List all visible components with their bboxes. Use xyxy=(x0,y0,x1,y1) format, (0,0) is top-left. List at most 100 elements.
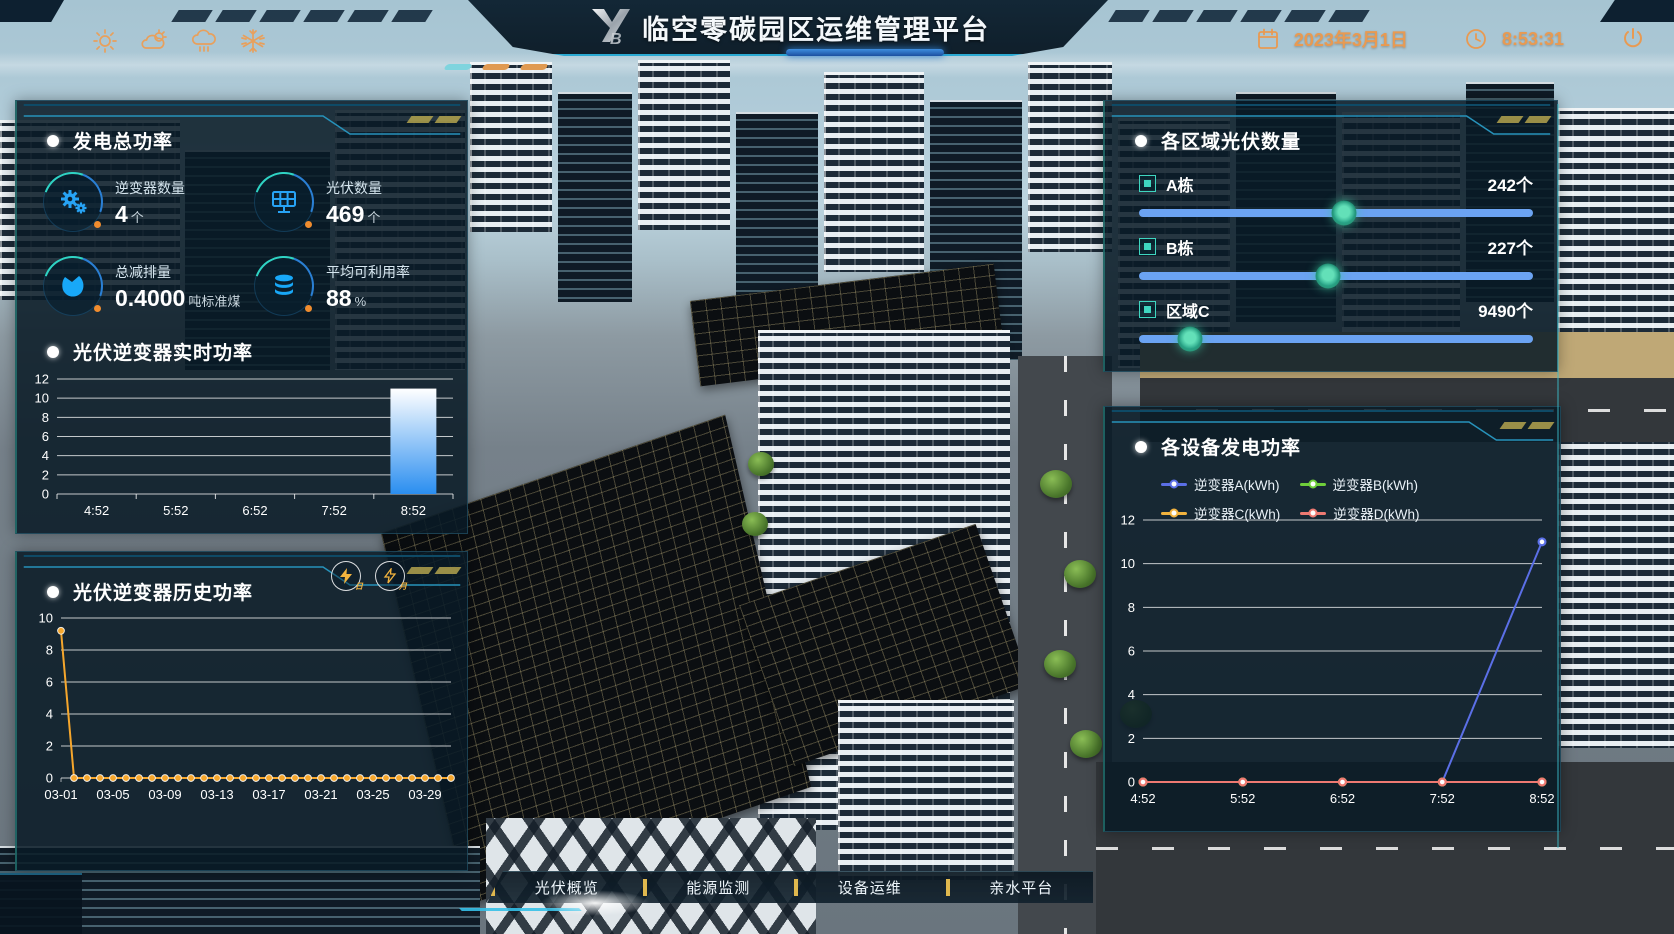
legend-item[interactable]: 逆变器B(kWh) xyxy=(1300,474,1419,494)
svg-text:4: 4 xyxy=(46,707,53,722)
svg-text:0: 0 xyxy=(46,771,53,786)
svg-text:4:52: 4:52 xyxy=(84,503,109,518)
svg-text:03-13: 03-13 xyxy=(200,787,233,802)
svg-text:4:52: 4:52 xyxy=(1130,791,1155,806)
region-slider-row: 区域C 9490个 xyxy=(1139,297,1533,343)
stats-grid: 逆变器数量 4个 光伏数量 469个 xyxy=(17,154,467,316)
panel-deco-dashes xyxy=(409,116,459,123)
svg-text:10: 10 xyxy=(39,611,53,626)
legend-marker-icon xyxy=(1161,483,1187,486)
stat-inverter-count: 逆变器数量 4个 xyxy=(43,172,248,232)
svg-text:8:52: 8:52 xyxy=(1529,791,1554,806)
svg-text:0: 0 xyxy=(1128,775,1135,790)
stat-value: 469 xyxy=(326,201,364,227)
realtime-power-chart: 0246810124:525:526:527:528:52 xyxy=(17,363,467,523)
svg-text:2: 2 xyxy=(1128,731,1135,746)
stat-unit: 吨标准煤 xyxy=(188,294,240,309)
svg-text:6: 6 xyxy=(42,429,49,444)
page-title: 临空零碳园区运维管理平台 xyxy=(642,8,990,47)
power-icon[interactable] xyxy=(1620,26,1646,52)
svg-text:B: B xyxy=(610,31,622,46)
nav-item-4[interactable]: 亲水平台 xyxy=(942,872,1094,903)
corner-frame xyxy=(0,873,82,934)
panel-generation-total: 发电总功率 逆变器数量 4个 xyxy=(15,100,468,534)
region-marker-icon xyxy=(1139,175,1156,192)
calendar-icon xyxy=(1256,27,1280,51)
snow-icon[interactable] xyxy=(240,28,266,54)
svg-text:03-05: 03-05 xyxy=(96,787,129,802)
svg-text:8: 8 xyxy=(1128,600,1135,615)
panel-device-power: 各设备发电功率 逆变器A(kWh) 逆变器B(kWh) 逆变器C(kWh) 逆变… xyxy=(1103,406,1561,832)
panel-title: 各设备发电功率 xyxy=(1161,433,1301,460)
nav-item-3[interactable]: 设备运维 xyxy=(790,872,942,903)
region-value: 227个 xyxy=(1488,234,1533,259)
database-icon xyxy=(254,256,314,316)
panel-history-power: 日 月 光伏逆变器历史功率 024681003-0103-0503-0903-1… xyxy=(15,551,468,871)
svg-text:10: 10 xyxy=(1121,556,1135,571)
weather-toolbar xyxy=(92,28,266,54)
stat-unit: 个 xyxy=(131,210,144,225)
stat-value: 4 xyxy=(115,201,128,227)
stat-emission-reduction: 总减排量 0.4000吨标准煤 xyxy=(43,256,248,316)
region-slider-track[interactable] xyxy=(1139,335,1533,343)
leaf-icon xyxy=(43,256,103,316)
bullet-dot xyxy=(47,135,59,147)
right-frame-line xyxy=(1557,104,1559,848)
history-power-chart: 024681003-0103-0503-0903-1303-1703-2103-… xyxy=(17,610,467,810)
svg-text:6: 6 xyxy=(1128,644,1135,659)
panel-title: 各区域光伏数量 xyxy=(1161,127,1301,154)
region-slider-track[interactable] xyxy=(1139,272,1533,280)
device-chart-legend: 逆变器A(kWh) 逆变器B(kWh) 逆变器C(kWh) 逆变器D(kWh) xyxy=(1105,460,1560,523)
header-date: 2023年3月1日 xyxy=(1294,26,1408,52)
datetime-bar: 2023年3月1日 8:53:31 xyxy=(1256,26,1646,52)
nav-deco-swoosh xyxy=(448,896,582,911)
rain-icon[interactable] xyxy=(190,28,218,54)
nav-item-label: 光伏概览 xyxy=(495,877,639,898)
panel-title: 发电总功率 xyxy=(73,127,173,154)
bullet-dot xyxy=(1135,441,1147,453)
svg-text:12: 12 xyxy=(35,372,49,387)
stat-value: 0.4000 xyxy=(115,285,185,311)
region-sliders: A栋 242个 B栋 227个 区域C 9490个 xyxy=(1105,171,1557,343)
header-time: 8:53:31 xyxy=(1502,29,1564,50)
slider-thumb[interactable] xyxy=(1178,327,1203,352)
svg-text:03-29: 03-29 xyxy=(408,787,441,802)
bolt-outline-icon[interactable]: 月 xyxy=(375,561,405,591)
gear-icon xyxy=(43,172,103,232)
svg-text:0: 0 xyxy=(42,487,49,502)
svg-text:03-01: 03-01 xyxy=(44,787,77,802)
svg-text:2: 2 xyxy=(42,467,49,482)
slider-thumb[interactable] xyxy=(1331,201,1356,226)
legend-item[interactable]: 逆变器A(kWh) xyxy=(1161,474,1280,494)
stat-pv-count: 光伏数量 469个 xyxy=(254,172,459,232)
stat-label: 平均可利用率 xyxy=(326,262,410,282)
region-slider-row: A栋 242个 xyxy=(1139,171,1533,217)
panel-deco-dashes xyxy=(1499,116,1549,123)
bullet-dot xyxy=(47,586,59,598)
header-deco-right xyxy=(1112,10,1402,22)
svg-text:6:52: 6:52 xyxy=(1330,791,1355,806)
bottom-nav: 光伏概览 能源监测 设备运维 亲水平台 xyxy=(487,871,1093,903)
nav-item-2[interactable]: 能源监测 xyxy=(639,872,791,903)
region-marker-icon xyxy=(1139,238,1156,255)
partly-cloudy-icon[interactable] xyxy=(140,28,168,54)
header-deco-left xyxy=(175,10,465,22)
region-slider-track[interactable] xyxy=(1139,209,1533,217)
stat-label: 光伏数量 xyxy=(326,178,382,198)
svg-text:12: 12 xyxy=(1121,515,1135,528)
svg-text:03-21: 03-21 xyxy=(304,787,337,802)
bolt-filled-icon[interactable]: 日 xyxy=(331,561,361,591)
svg-text:7:52: 7:52 xyxy=(322,503,347,518)
sun-icon[interactable] xyxy=(92,28,118,54)
stat-label: 逆变器数量 xyxy=(115,178,185,198)
region-label: A栋 xyxy=(1166,172,1194,196)
svg-text:8: 8 xyxy=(46,643,53,658)
nav-item-label: 设备运维 xyxy=(798,877,942,898)
svg-text:8: 8 xyxy=(42,410,49,425)
region-marker-icon xyxy=(1139,301,1156,318)
panel-deco-dashes xyxy=(1502,422,1552,429)
svg-text:03-25: 03-25 xyxy=(356,787,389,802)
device-power-chart: 0246810124:525:526:527:528:52 xyxy=(1105,515,1560,815)
slider-thumb[interactable] xyxy=(1316,264,1341,289)
svg-text:8:52: 8:52 xyxy=(401,503,426,518)
